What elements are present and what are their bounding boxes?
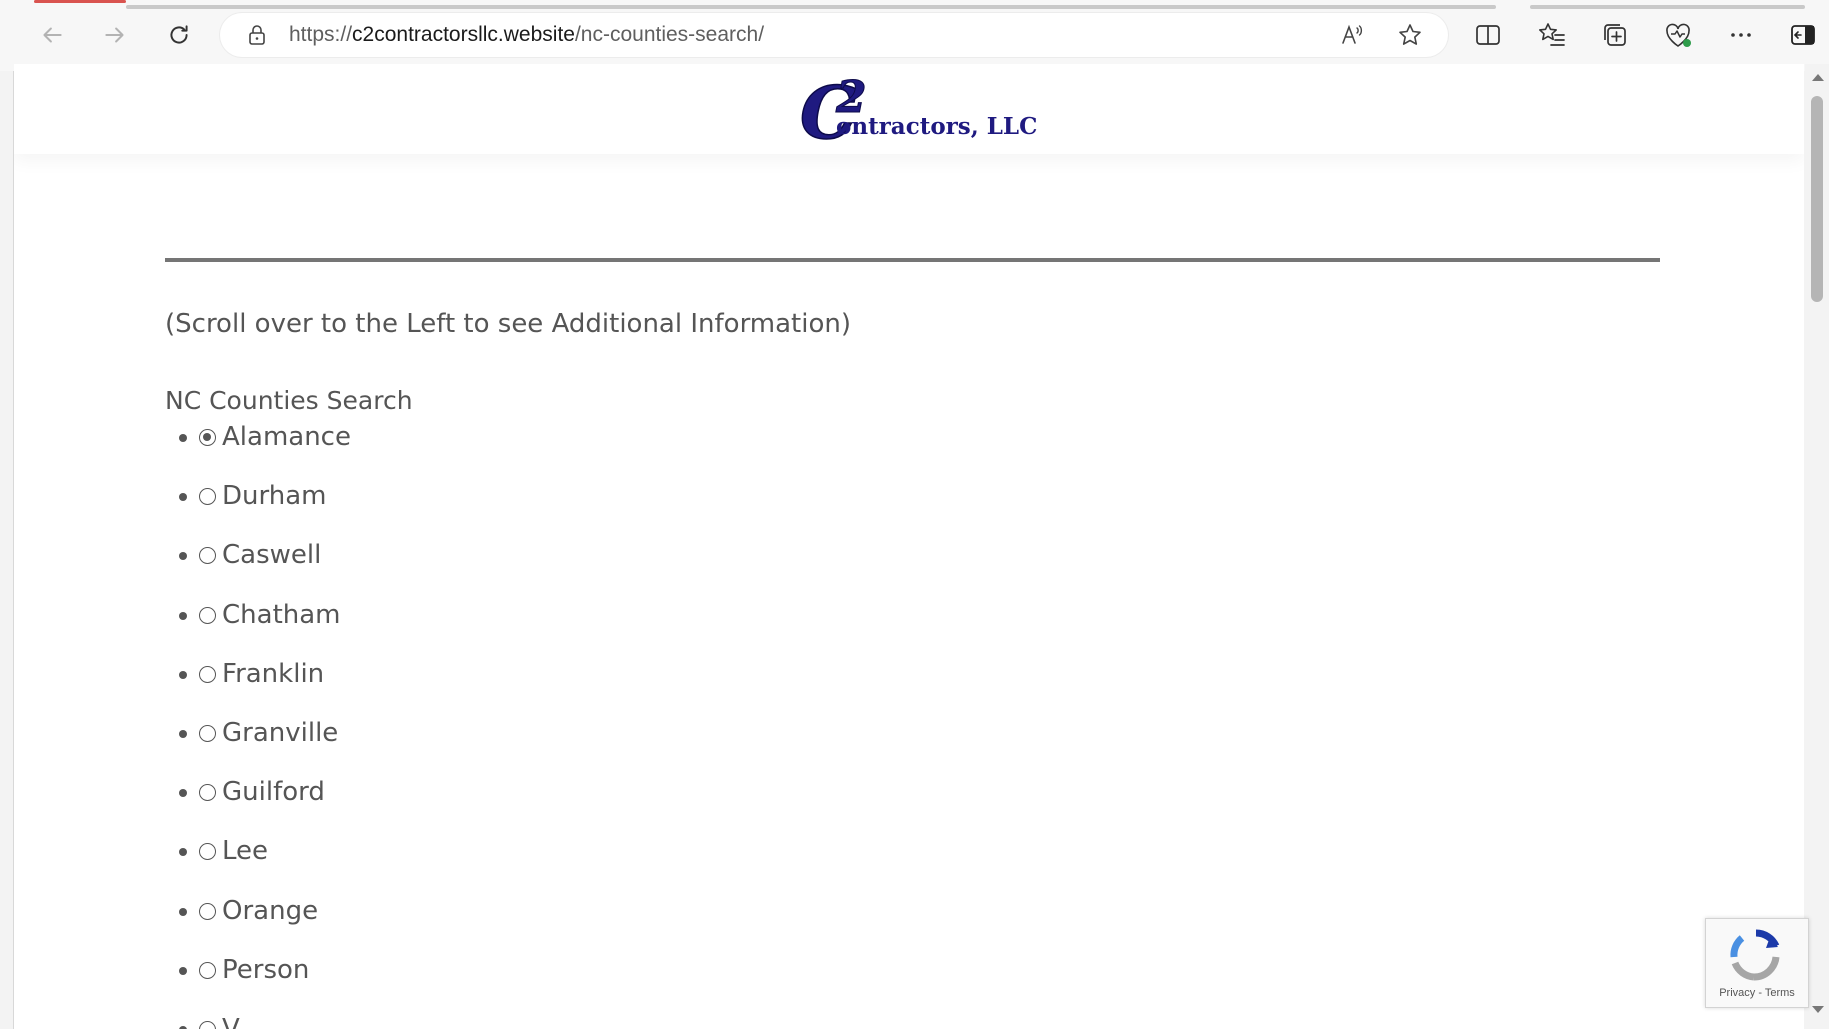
url-scheme: https:// (289, 23, 353, 46)
bullet (179, 670, 187, 679)
county-label[interactable]: Alamance (222, 420, 351, 454)
favorites-list-icon[interactable] (1537, 20, 1567, 50)
county-radio[interactable] (199, 843, 216, 861)
recaptcha-links: Privacy - Terms (1706, 987, 1808, 999)
sidebar-toggle-icon[interactable] (1788, 20, 1818, 50)
url-path: /nc-counties-search/ (574, 23, 765, 46)
tab-strip (126, 5, 1496, 9)
site-header: C 2 ontractors, LLC (14, 64, 1804, 154)
lock-icon[interactable] (245, 23, 269, 47)
county-label[interactable]: Durham (222, 479, 326, 513)
county-radio[interactable] (199, 902, 216, 920)
address-bar[interactable]: https://c2contractorsllc.website/nc-coun… (220, 13, 1448, 57)
favorite-star-icon[interactable] (1396, 21, 1424, 49)
url-text[interactable]: https://c2contractorsllc.website/nc-coun… (289, 23, 764, 47)
bullet (179, 611, 187, 620)
bullet (179, 493, 187, 502)
county-option[interactable]: Caswell (179, 538, 351, 597)
page-scrollbar[interactable] (1805, 64, 1829, 1029)
county-label[interactable]: Granville (222, 716, 338, 750)
county-radio[interactable] (199, 1020, 216, 1029)
county-label[interactable]: Orange (222, 894, 318, 928)
refresh-icon (170, 25, 188, 44)
bullet (179, 789, 187, 798)
recaptcha-icon (1730, 929, 1780, 981)
browser-toolbar: https://c2contractorsllc.website/nc-coun… (0, 0, 1829, 71)
county-label[interactable]: Person (222, 953, 309, 987)
county-radio[interactable] (199, 665, 216, 683)
county-radio[interactable] (199, 429, 216, 446)
county-radio[interactable] (199, 488, 216, 506)
county-option[interactable]: Granville (179, 716, 351, 775)
county-option[interactable]: Alamance (179, 420, 351, 479)
browser-essentials-icon[interactable] (1663, 20, 1693, 50)
bullet (179, 907, 187, 916)
forward-button[interactable] (97, 17, 133, 53)
county-option[interactable]: Lee (179, 834, 351, 893)
county-radio[interactable] (199, 784, 216, 802)
forward-arrow-icon (105, 27, 124, 43)
refresh-button[interactable] (161, 17, 197, 53)
divider-rule (165, 258, 1660, 262)
county-option[interactable]: Durham (179, 479, 351, 538)
url-host: c2contractorsllc.website (352, 23, 575, 46)
county-option[interactable]: Chatham (179, 598, 351, 657)
county-option[interactable]: Franklin (179, 657, 351, 716)
county-option[interactable]: Guilford (179, 775, 351, 834)
tab-accent (34, 0, 126, 3)
county-radio[interactable] (199, 606, 216, 624)
split-screen-icon[interactable] (1473, 20, 1503, 50)
county-label[interactable]: Chatham (222, 598, 341, 632)
company-logo[interactable]: C 2 ontractors, LLC (798, 72, 1038, 144)
scroll-down-arrow-icon[interactable] (1812, 1006, 1824, 1013)
recaptcha-badge[interactable]: Privacy - Terms (1705, 918, 1809, 1008)
back-arrow-icon (43, 27, 62, 43)
logo-text: ontractors, LLC (836, 113, 1037, 140)
search-title: NC Counties Search (165, 386, 413, 415)
county-label[interactable]: Guilford (222, 775, 325, 809)
scroll-thumb[interactable] (1811, 96, 1823, 302)
scroll-note: (Scroll over to the Left to see Addition… (165, 309, 852, 339)
collections-icon[interactable] (1600, 20, 1630, 50)
county-option[interactable]: Orange (179, 894, 351, 953)
county-radio[interactable] (199, 724, 216, 742)
bullet (179, 552, 187, 561)
tab-strip-secondary (1530, 5, 1805, 9)
county-label[interactable]: V (222, 1012, 240, 1029)
county-radio[interactable] (199, 547, 216, 565)
terms-link[interactable]: Terms (1765, 987, 1795, 999)
window-border (0, 0, 14, 1029)
more-options-icon[interactable] (1726, 20, 1756, 50)
bullet (179, 966, 187, 975)
county-radio-list: Alamance Durham Caswell Chatham Franklin… (179, 420, 351, 1029)
read-aloud-icon[interactable] (1338, 21, 1366, 49)
county-radio[interactable] (199, 961, 216, 979)
bullet (179, 434, 187, 442)
county-label[interactable]: Lee (222, 834, 268, 868)
link-separator: - (1755, 987, 1765, 999)
bullet (179, 729, 187, 738)
county-option[interactable]: Person (179, 953, 351, 1012)
county-label[interactable]: Franklin (222, 657, 324, 691)
scroll-up-arrow-icon[interactable] (1812, 74, 1824, 81)
county-option[interactable]: V (179, 1012, 351, 1029)
web-page: C 2 ontractors, LLC (Scroll over to the … (14, 64, 1804, 1029)
privacy-link[interactable]: Privacy (1719, 987, 1755, 999)
county-label[interactable]: Caswell (222, 538, 321, 572)
bullet (179, 848, 187, 857)
back-button[interactable] (34, 17, 70, 53)
